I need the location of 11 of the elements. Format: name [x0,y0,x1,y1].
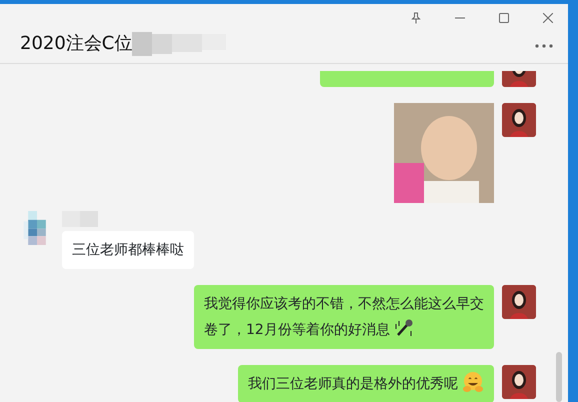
microphone-icon [394,318,414,338]
avatar-icon[interactable] [502,365,536,399]
message-bubble: 我们三位老师真的是格外的优秀呢 [238,365,494,402]
avatar-icon[interactable] [502,285,536,319]
photo-placeholder[interactable] [394,103,494,203]
scrollbar[interactable] [556,352,562,402]
chat-title: 2020注会C位 [20,32,132,56]
message-bubble: 我觉得你应该考的不错，不然怎么能这么早交卷了，12月份等着你的好消息 [194,285,494,349]
avatar-icon[interactable] [502,103,536,137]
message-bubble: 三位老师都棒棒哒 [62,231,194,269]
hugging-emoji-icon [462,371,484,393]
